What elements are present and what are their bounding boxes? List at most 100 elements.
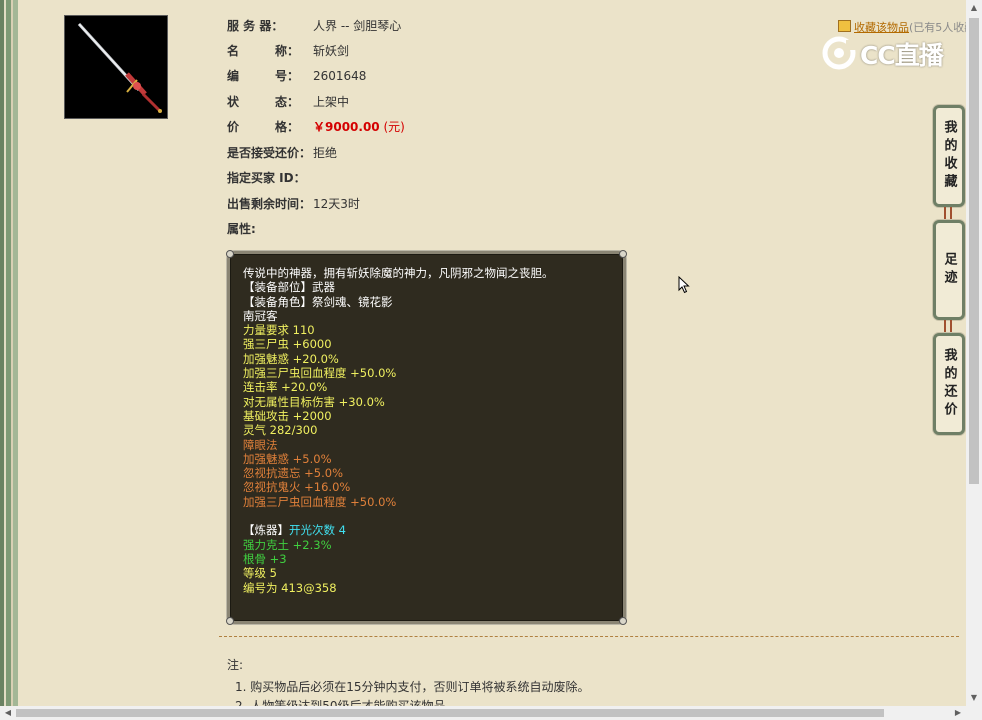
side-tab-connector bbox=[944, 207, 952, 221]
attributes-label: 属性: bbox=[227, 222, 256, 236]
side-tab-my-favorites[interactable]: 我的收藏 bbox=[933, 105, 965, 207]
stat-line: 【炼器】开光次数 4 bbox=[243, 523, 623, 537]
stat-text: 加强三尸虫回血程度 +50.0% bbox=[243, 494, 397, 509]
favorite-label[interactable]: 收藏该物品 bbox=[854, 21, 909, 34]
side-tab-connector bbox=[944, 320, 952, 334]
number-value: 2601648 bbox=[313, 69, 367, 83]
stat-text: 【装备角色】祭剑魂、镜花影 bbox=[243, 294, 393, 309]
stat-line: 连击率 +20.0% bbox=[243, 380, 623, 394]
price-value: ￥9000.00 bbox=[313, 120, 380, 134]
stat-text bbox=[243, 509, 247, 523]
scroll-left-icon[interactable]: ◀ bbox=[0, 706, 16, 720]
panel-corner-rivet bbox=[619, 617, 627, 625]
side-tab-label: 足迹 bbox=[941, 252, 957, 288]
name-label: 名 称： bbox=[227, 44, 300, 58]
stat-line: 忽视抗鬼火 +16.0% bbox=[243, 480, 623, 494]
item-stats-panel: 传说中的神器，拥有斩妖除魔的神力，凡阴邪之物闻之丧胆。 【装备部位】武器 【装备角色… bbox=[226, 250, 627, 625]
bargain-value: 拒绝 bbox=[313, 146, 338, 160]
stat-text: 基础攻击 +2000 bbox=[243, 408, 332, 423]
stat-text: 编号为 413@358 bbox=[243, 580, 337, 595]
stat-text: 【装备部位】武器 bbox=[243, 280, 335, 295]
stat-extra: 开光次数 4 bbox=[289, 523, 346, 538]
stat-line: 对无属性目标伤害 +30.0% bbox=[243, 395, 623, 409]
stat-line: 基础攻击 +2000 bbox=[243, 409, 623, 423]
remaining-value: 12天3时 bbox=[313, 197, 360, 211]
remaining-label: 出售剩余时间： bbox=[227, 197, 312, 211]
stat-text: 传说中的神器，拥有斩妖除魔的神力，凡阴邪之物闻之丧胆。 bbox=[243, 266, 554, 280]
stat-line: 根骨 +3 bbox=[243, 552, 623, 566]
stat-text: 加强魅惑 +5.0% bbox=[243, 451, 332, 466]
stat-text: 根骨 +3 bbox=[243, 551, 287, 566]
server-value: 人界 -- 剑胆琴心 bbox=[313, 19, 402, 33]
scroll-right-icon[interactable]: ▶ bbox=[950, 706, 966, 720]
stat-text: 加强魅惑 +20.0% bbox=[243, 351, 339, 366]
notes-title: 注: bbox=[227, 658, 244, 672]
panel-corner-rivet bbox=[226, 617, 234, 625]
stat-text: 强力克土 +2.3% bbox=[243, 537, 332, 552]
favorite-icon bbox=[838, 20, 851, 32]
stat-line: 障眼法 bbox=[243, 438, 623, 452]
stat-line bbox=[243, 509, 623, 523]
buyer-label: 指定买家 ID： bbox=[227, 171, 306, 185]
panel-corner-rivet bbox=[619, 250, 627, 258]
note-line: 1. 购买物品后必须在15分钟内支付，否则订单将被系统自动废除。 bbox=[235, 680, 590, 694]
stat-line: 力量要求 110 bbox=[243, 323, 623, 337]
stat-text: 【炼器】 bbox=[243, 523, 289, 538]
bargain-label: 是否接受还价： bbox=[227, 146, 312, 160]
horizontal-scroll-thumb[interactable] bbox=[16, 709, 884, 717]
panel-corner-rivet bbox=[226, 250, 234, 258]
stat-line: 加强魅惑 +20.0% bbox=[243, 352, 623, 366]
stat-line: 【装备部位】武器 bbox=[243, 280, 623, 294]
stat-text: 加强三尸虫回血程度 +50.0% bbox=[243, 366, 397, 381]
side-tab-label: 我的还价 bbox=[941, 348, 957, 420]
stat-line: 编号为 413@358 bbox=[243, 581, 623, 595]
status-label: 状 态： bbox=[227, 95, 300, 109]
cc-live-watermark: CC直播 bbox=[822, 36, 952, 70]
stat-text: 忽视抗遗忘 +5.0% bbox=[243, 466, 344, 481]
number-label: 编 号： bbox=[227, 69, 300, 83]
price-label: 价 格： bbox=[227, 120, 300, 134]
stat-line: 灵气 282/300 bbox=[243, 423, 623, 437]
stat-line: 南冠客 bbox=[243, 309, 623, 323]
stat-line: 强力克土 +2.3% bbox=[243, 538, 623, 552]
horizontal-scrollbar[interactable]: ◀ ▶ bbox=[0, 706, 966, 720]
vertical-scroll-thumb[interactable] bbox=[969, 18, 979, 484]
stat-text: 力量要求 110 bbox=[243, 323, 315, 338]
stat-text: 连击率 +20.0% bbox=[243, 380, 328, 395]
stat-text: 障眼法 bbox=[243, 437, 278, 452]
stat-text: 对无属性目标伤害 +30.0% bbox=[243, 394, 385, 409]
stat-line: 强三尸虫 +6000 bbox=[243, 337, 623, 351]
scroll-down-icon[interactable]: ▼ bbox=[966, 690, 982, 706]
stat-text: 强三尸虫 +6000 bbox=[243, 337, 332, 352]
stat-text: 等级 5 bbox=[243, 566, 277, 581]
stat-line: 忽视抗遗忘 +5.0% bbox=[243, 466, 623, 480]
stat-text: 南冠客 bbox=[243, 308, 278, 323]
side-tab-label: 我的收藏 bbox=[941, 120, 957, 192]
stat-text: 忽视抗鬼火 +16.0% bbox=[243, 480, 351, 495]
favorite-link[interactable]: 收藏该物品(已有5人收藏) bbox=[838, 19, 980, 35]
side-tab-footprints[interactable]: 足迹 bbox=[933, 220, 965, 320]
watermark-text: CC直播 bbox=[860, 41, 944, 70]
stat-text: 灵气 282/300 bbox=[243, 423, 318, 438]
stat-line: 加强三尸虫回血程度 +50.0% bbox=[243, 495, 623, 509]
mouse-cursor-icon bbox=[678, 276, 690, 294]
side-tab-my-bargains[interactable]: 我的还价 bbox=[933, 333, 965, 435]
server-label: 服 务 器： bbox=[227, 19, 284, 33]
item-image bbox=[64, 15, 168, 119]
cc-logo-icon bbox=[822, 36, 860, 70]
stat-line: 加强三尸虫回血程度 +50.0% bbox=[243, 366, 623, 380]
stat-line: 【装备角色】祭剑魂、镜花影 bbox=[243, 295, 623, 309]
scrollbar-corner bbox=[966, 706, 982, 720]
stat-line: 加强魅惑 +5.0% bbox=[243, 452, 623, 466]
left-border-frame bbox=[0, 0, 18, 706]
section-divider bbox=[219, 636, 959, 637]
scroll-up-icon[interactable]: ▲ bbox=[966, 0, 982, 16]
price-unit: (元) bbox=[383, 120, 405, 134]
name-value: 斩妖剑 bbox=[313, 44, 350, 58]
stat-line: 传说中的神器，拥有斩妖除魔的神力，凡阴邪之物闻之丧胆。 bbox=[243, 266, 623, 280]
price-value-group: ￥9000.00 (元) bbox=[313, 117, 405, 137]
stat-line: 等级 5 bbox=[243, 566, 623, 580]
status-value: 上架中 bbox=[313, 95, 350, 109]
vertical-scrollbar[interactable]: ▲ ▼ bbox=[966, 0, 982, 706]
stats-lines: 传说中的神器，拥有斩妖除魔的神力，凡阴邪之物闻之丧胆。 【装备部位】武器 【装备角色… bbox=[243, 266, 623, 595]
